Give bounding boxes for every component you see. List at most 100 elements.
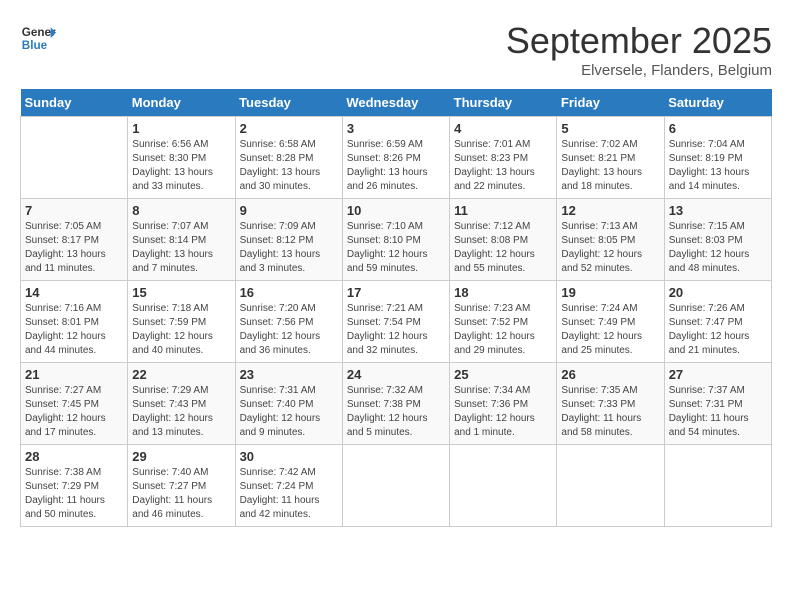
day-info: Sunrise: 7:42 AMSunset: 7:24 PMDaylight:…: [240, 466, 338, 522]
day-number: 26: [561, 367, 659, 382]
day-info: Sunrise: 7:20 AMSunset: 7:56 PMDaylight:…: [240, 302, 338, 358]
page-header: General Blue September 2025 Elversele, F…: [20, 20, 772, 79]
day-number: 1: [132, 121, 230, 136]
day-number: 24: [347, 367, 445, 382]
day-info: Sunrise: 7:05 AMSunset: 8:17 PMDaylight:…: [25, 220, 123, 276]
day-info: Sunrise: 7:12 AMSunset: 8:08 PMDaylight:…: [454, 220, 552, 276]
day-cell: 22 Sunrise: 7:29 AMSunset: 7:43 PMDayligh…: [128, 363, 235, 445]
day-cell: 30Sunrise: 7:42 AMSunset: 7:24 PMDayligh…: [235, 445, 342, 527]
day-info: Sunrise: 7:10 AMSunset: 8:10 PMDaylight:…: [347, 220, 445, 276]
day-number: 2: [240, 121, 338, 136]
day-cell: 16 Sunrise: 7:20 AMSunset: 7:56 PMDayligh…: [235, 281, 342, 363]
day-info: Sunrise: 6:58 AMSunset: 8:28 PMDaylight:…: [240, 138, 338, 194]
day-cell: 5 Sunrise: 7:02 AMSunset: 8:21 PMDaylight…: [557, 117, 664, 199]
day-number: 12: [561, 203, 659, 218]
month-title: September 2025: [506, 20, 772, 62]
day-info: Sunrise: 7:29 AMSunset: 7:43 PMDaylight:…: [132, 384, 230, 440]
day-number: 29: [132, 449, 230, 464]
day-cell: [342, 445, 449, 527]
day-cell: 14 Sunrise: 7:16 AMSunset: 8:01 PMDayligh…: [21, 281, 128, 363]
day-cell: 11 Sunrise: 7:12 AMSunset: 8:08 PMDayligh…: [450, 199, 557, 281]
day-cell: 15 Sunrise: 7:18 AMSunset: 7:59 PMDayligh…: [128, 281, 235, 363]
day-cell: 9 Sunrise: 7:09 AMSunset: 8:12 PMDaylight…: [235, 199, 342, 281]
day-info: Sunrise: 7:38 AMSunset: 7:29 PMDaylight:…: [25, 466, 123, 522]
day-cell: 28 Sunrise: 7:38 AMSunset: 7:29 PMDayligh…: [21, 445, 128, 527]
day-cell: 18 Sunrise: 7:23 AMSunset: 7:52 PMDayligh…: [450, 281, 557, 363]
day-cell: 24 Sunrise: 7:32 AMSunset: 7:38 PMDayligh…: [342, 363, 449, 445]
day-number: 28: [25, 449, 123, 464]
day-cell: 29 Sunrise: 7:40 AMSunset: 7:27 PMDayligh…: [128, 445, 235, 527]
day-number: 10: [347, 203, 445, 218]
day-cell: 21 Sunrise: 7:27 AMSunset: 7:45 PMDayligh…: [21, 363, 128, 445]
day-cell: 27Sunrise: 7:37 AMSunset: 7:31 PMDayligh…: [664, 363, 771, 445]
day-info: Sunrise: 7:09 AMSunset: 8:12 PMDaylight:…: [240, 220, 338, 276]
col-header-thursday: Thursday: [450, 89, 557, 117]
day-cell: 7 Sunrise: 7:05 AMSunset: 8:17 PMDaylight…: [21, 199, 128, 281]
day-info: Sunrise: 7:18 AMSunset: 7:59 PMDaylight:…: [132, 302, 230, 358]
week-row-2: 7 Sunrise: 7:05 AMSunset: 8:17 PMDaylight…: [21, 199, 772, 281]
day-info: Sunrise: 7:15 AMSunset: 8:03 PMDaylight:…: [669, 220, 767, 276]
day-number: 22: [132, 367, 230, 382]
calendar-table: SundayMondayTuesdayWednesdayThursdayFrid…: [20, 89, 772, 527]
day-number: 14: [25, 285, 123, 300]
day-cell: 3 Sunrise: 6:59 AMSunset: 8:26 PMDaylight…: [342, 117, 449, 199]
svg-text:Blue: Blue: [22, 39, 48, 52]
day-cell: 25Sunrise: 7:34 AMSunset: 7:36 PMDayligh…: [450, 363, 557, 445]
day-number: 3: [347, 121, 445, 136]
day-number: 20: [669, 285, 767, 300]
day-info: Sunrise: 7:24 AMSunset: 7:49 PMDaylight:…: [561, 302, 659, 358]
day-info: Sunrise: 6:59 AMSunset: 8:26 PMDaylight:…: [347, 138, 445, 194]
week-row-1: 1 Sunrise: 6:56 AMSunset: 8:30 PMDaylight…: [21, 117, 772, 199]
day-number: 11: [454, 203, 552, 218]
day-number: 23: [240, 367, 338, 382]
col-header-saturday: Saturday: [664, 89, 771, 117]
day-cell: [450, 445, 557, 527]
day-info: Sunrise: 7:26 AMSunset: 7:47 PMDaylight:…: [669, 302, 767, 358]
day-info: Sunrise: 7:27 AMSunset: 7:45 PMDaylight:…: [25, 384, 123, 440]
day-cell: [557, 445, 664, 527]
day-info: Sunrise: 7:01 AMSunset: 8:23 PMDaylight:…: [454, 138, 552, 194]
day-number: 16: [240, 285, 338, 300]
day-number: 13: [669, 203, 767, 218]
day-number: 25: [454, 367, 552, 382]
day-info: Sunrise: 7:21 AMSunset: 7:54 PMDaylight:…: [347, 302, 445, 358]
day-number: 18: [454, 285, 552, 300]
day-cell: 12 Sunrise: 7:13 AMSunset: 8:05 PMDayligh…: [557, 199, 664, 281]
day-info: Sunrise: 6:56 AMSunset: 8:30 PMDaylight:…: [132, 138, 230, 194]
col-header-sunday: Sunday: [21, 89, 128, 117]
day-info: Sunrise: 7:40 AMSunset: 7:27 PMDaylight:…: [132, 466, 230, 522]
day-cell: 23 Sunrise: 7:31 AMSunset: 7:40 PMDayligh…: [235, 363, 342, 445]
day-cell: 1 Sunrise: 6:56 AMSunset: 8:30 PMDaylight…: [128, 117, 235, 199]
location: Elversele, Flanders, Belgium: [506, 62, 772, 79]
day-cell: 8 Sunrise: 7:07 AMSunset: 8:14 PMDaylight…: [128, 199, 235, 281]
header-row: SundayMondayTuesdayWednesdayThursdayFrid…: [21, 89, 772, 117]
day-number: 8: [132, 203, 230, 218]
logo: General Blue: [20, 20, 56, 56]
day-info: Sunrise: 7:35 AMSunset: 7:33 PMDaylight:…: [561, 384, 659, 440]
day-info: Sunrise: 7:02 AMSunset: 8:21 PMDaylight:…: [561, 138, 659, 194]
day-info: Sunrise: 7:31 AMSunset: 7:40 PMDaylight:…: [240, 384, 338, 440]
day-info: Sunrise: 7:32 AMSunset: 7:38 PMDaylight:…: [347, 384, 445, 440]
day-number: 21: [25, 367, 123, 382]
day-info: Sunrise: 7:07 AMSunset: 8:14 PMDaylight:…: [132, 220, 230, 276]
week-row-5: 28 Sunrise: 7:38 AMSunset: 7:29 PMDayligh…: [21, 445, 772, 527]
col-header-tuesday: Tuesday: [235, 89, 342, 117]
day-number: 5: [561, 121, 659, 136]
week-row-4: 21 Sunrise: 7:27 AMSunset: 7:45 PMDayligh…: [21, 363, 772, 445]
day-cell: 4Sunrise: 7:01 AMSunset: 8:23 PMDaylight…: [450, 117, 557, 199]
week-row-3: 14 Sunrise: 7:16 AMSunset: 8:01 PMDayligh…: [21, 281, 772, 363]
day-number: 9: [240, 203, 338, 218]
col-header-wednesday: Wednesday: [342, 89, 449, 117]
day-info: Sunrise: 7:13 AMSunset: 8:05 PMDaylight:…: [561, 220, 659, 276]
day-number: 17: [347, 285, 445, 300]
day-cell: 26 Sunrise: 7:35 AMSunset: 7:33 PMDayligh…: [557, 363, 664, 445]
col-header-monday: Monday: [128, 89, 235, 117]
day-number: 7: [25, 203, 123, 218]
day-cell: 2 Sunrise: 6:58 AMSunset: 8:28 PMDaylight…: [235, 117, 342, 199]
day-info: Sunrise: 7:23 AMSunset: 7:52 PMDaylight:…: [454, 302, 552, 358]
day-cell: 20 Sunrise: 7:26 AMSunset: 7:47 PMDayligh…: [664, 281, 771, 363]
day-cell: 17 Sunrise: 7:21 AMSunset: 7:54 PMDayligh…: [342, 281, 449, 363]
day-number: 15: [132, 285, 230, 300]
day-number: 19: [561, 285, 659, 300]
day-info: Sunrise: 7:16 AMSunset: 8:01 PMDaylight:…: [25, 302, 123, 358]
